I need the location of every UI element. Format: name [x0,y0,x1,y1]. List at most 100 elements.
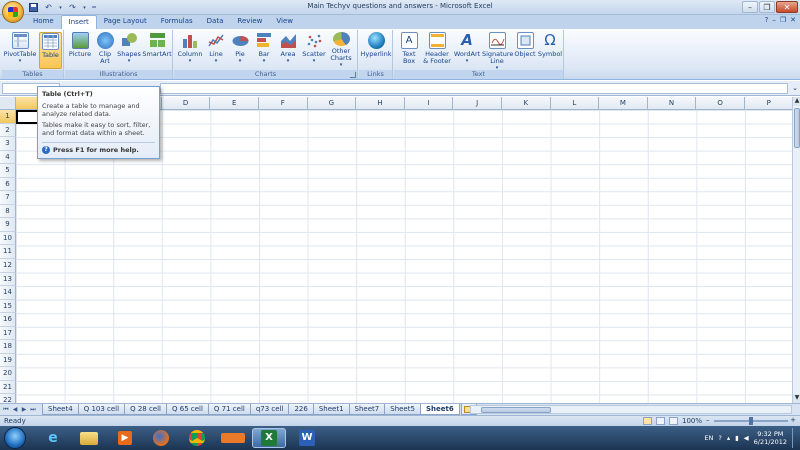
taskbar-firefox[interactable] [144,428,178,448]
next-sheet-icon[interactable]: ▶ [20,405,28,414]
show-desktop-button[interactable] [792,428,798,448]
clock[interactable]: 9:32 PM 6/21/2012 [754,430,787,446]
smartart-button[interactable]: SmartArt [142,32,172,69]
column-header[interactable]: M [599,97,648,110]
column-header[interactable]: G [307,97,357,110]
bar-chart-button[interactable]: Bar ▾ [253,32,275,69]
restore-button[interactable]: ❐ [759,1,775,13]
sheet-tab[interactable]: Sheet4 [42,404,79,415]
start-button[interactable] [4,427,26,449]
zoom-knob[interactable] [749,417,753,425]
zoom-in-icon[interactable]: + [790,416,796,424]
shapes-button[interactable]: Shapes ▾ [117,32,141,69]
sheet-tab[interactable]: Sheet6 [419,404,460,415]
zoom-level[interactable]: 100% [682,417,702,425]
ribbon-close-icon[interactable]: ✕ [790,16,796,24]
wordart-button[interactable]: A WordArt ▾ [453,32,481,69]
column-chart-button[interactable]: Column ▾ [176,32,204,69]
tab-data[interactable]: Data [200,15,231,29]
sheet-tab[interactable]: Sheet1 [312,404,350,415]
pie-chart-button[interactable]: Pie ▾ [229,32,251,69]
row-header[interactable]: 1 [0,110,16,124]
show-hidden-icons-icon[interactable]: ▴ [727,434,730,442]
minimize-button[interactable]: – [742,1,758,13]
office-button[interactable] [2,1,24,23]
tab-page-layout[interactable]: Page Layout [97,15,154,29]
horizontal-scroll-thumb[interactable] [481,407,551,413]
taskbar-explorer[interactable] [72,428,106,448]
sheet-tab[interactable]: q73 cell [249,404,290,415]
tab-view[interactable]: View [269,15,300,29]
row-header[interactable]: 13 [0,272,16,287]
column-header[interactable]: I [404,97,454,110]
line-chart-button[interactable]: Line ▾ [205,32,227,69]
normal-view-button[interactable] [642,417,652,425]
column-header[interactable]: N [647,97,697,110]
tab-insert[interactable]: Insert [60,15,97,29]
prev-sheet-icon[interactable]: ◀ [11,405,19,414]
taskbar-ie[interactable]: e [36,428,70,448]
column-header[interactable]: D [161,97,211,110]
object-button[interactable]: Object [513,32,537,69]
taskbar-app[interactable] [216,428,250,448]
header-footer-button[interactable]: Header & Footer [422,32,452,69]
column-header[interactable]: P [744,97,792,110]
formula-bar-expand-icon[interactable]: ⌄ [792,84,798,92]
row-header[interactable]: 18 [0,340,16,354]
tab-review[interactable]: Review [230,15,269,29]
column-header[interactable]: F [258,97,308,110]
sheet-tab[interactable]: Sheet7 [348,404,386,415]
column-header[interactable]: K [501,97,551,110]
charts-dialog-launcher-icon[interactable] [350,72,356,78]
sheet-tab[interactable]: 226 [288,404,314,415]
page-break-view-button[interactable] [668,417,678,425]
column-header[interactable]: J [453,97,502,110]
row-header[interactable]: 6 [0,177,16,192]
first-sheet-icon[interactable]: ⏮ [2,405,10,414]
formula-input[interactable] [160,83,788,94]
column-header[interactable]: H [356,97,405,110]
row-header[interactable]: 16 [0,313,16,327]
row-header[interactable]: 21 [0,380,16,395]
other-charts-button[interactable]: Other Charts ▾ [327,32,355,69]
taskbar-chrome[interactable] [180,428,214,448]
column-header[interactable]: O [696,97,745,110]
close-button[interactable]: ✕ [776,1,798,13]
clip-art-button[interactable]: Clip Art [94,32,116,69]
page-layout-view-button[interactable] [655,417,665,425]
row-header[interactable]: 9 [0,218,16,232]
tab-home[interactable]: Home [26,15,61,29]
vertical-scrollbar[interactable]: ▲ ▼ [792,97,800,403]
taskbar-media[interactable]: ▶ [108,428,142,448]
scroll-down-icon[interactable]: ▼ [793,394,800,403]
row-header[interactable]: 4 [0,150,16,165]
table-button[interactable]: Table [39,32,62,69]
horizontal-scrollbar[interactable] [470,405,792,414]
scatter-chart-button[interactable]: Scatter ▾ [302,32,326,69]
volume-icon[interactable]: ◀ [744,434,749,442]
hyperlink-button[interactable]: Hyperlink [360,32,392,69]
scroll-up-icon[interactable]: ▲ [793,97,800,106]
text-box-button[interactable]: A Text Box [397,32,421,69]
zoom-slider[interactable]: – + [706,416,796,425]
ribbon-minimize-icon[interactable]: – [772,16,776,24]
row-header[interactable]: 22 [0,394,16,403]
row-header[interactable]: 15 [0,299,16,314]
area-chart-button[interactable]: Area ▾ [277,32,299,69]
vertical-scroll-thumb[interactable] [794,108,800,148]
row-header[interactable]: 8 [0,204,16,219]
row-header[interactable]: 11 [0,245,16,260]
row-header[interactable]: 3 [0,137,16,151]
picture-button[interactable]: Picture [67,32,93,69]
sheet-tab[interactable]: Sheet5 [384,404,421,415]
row-header[interactable]: 2 [0,123,16,138]
pivottable-button[interactable]: PivotTable ▾ [4,32,36,69]
sheet-tab[interactable]: Q 28 cell [124,404,167,415]
column-header[interactable]: L [550,97,600,110]
sheet-tab[interactable]: Q 71 cell [207,404,251,415]
ribbon-restore-icon[interactable]: ❐ [780,16,786,24]
last-sheet-icon[interactable]: ⏭ [29,405,37,414]
taskbar-word[interactable]: W [290,428,324,448]
sheet-tab[interactable]: Q 65 cell [166,404,209,415]
row-header[interactable]: 10 [0,231,16,246]
